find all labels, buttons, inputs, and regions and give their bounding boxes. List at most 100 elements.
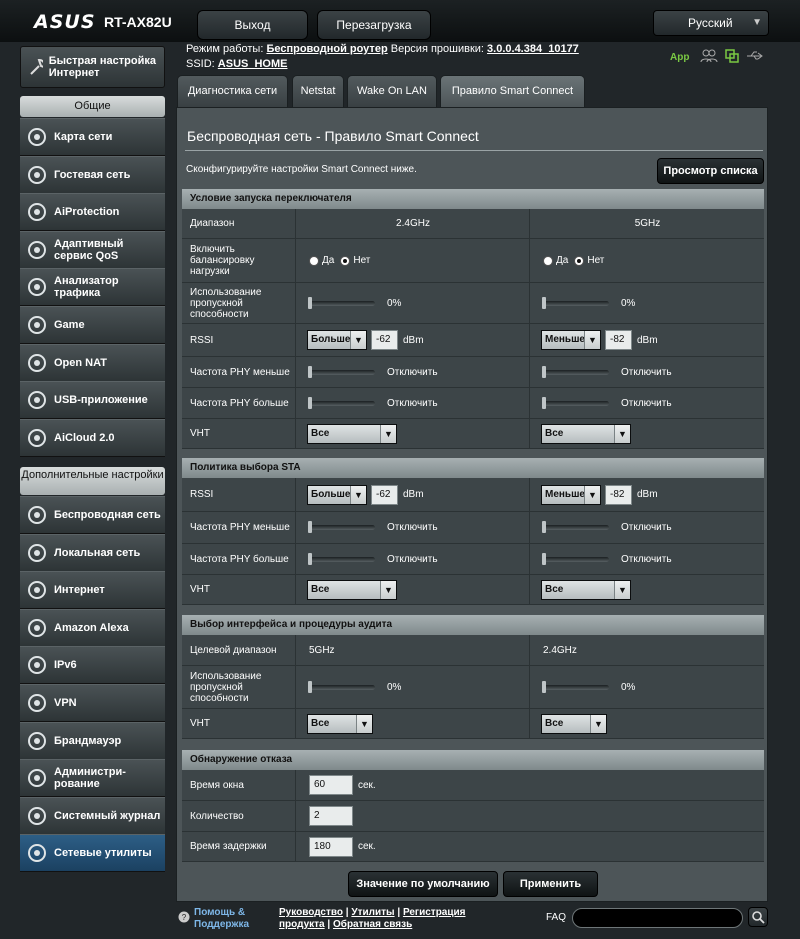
utilities-link[interactable]: Утилиты — [351, 907, 394, 918]
sidebar-item-open-nat[interactable]: Open NAT — [20, 343, 165, 382]
table-row-delay-time: Время задержки 180 сек. — [182, 832, 764, 862]
lb-24-no-radio[interactable] — [340, 255, 351, 266]
app-link[interactable]: App — [670, 52, 689, 63]
sidebar-item-alexa[interactable]: Amazon Alexa — [20, 608, 165, 647]
window-time-label: Время окна — [182, 770, 296, 800]
sidebar-item-network-tools[interactable]: Сетевые утилиты — [20, 834, 165, 873]
apply-button[interactable]: Применить — [503, 871, 598, 897]
phy-less-24-slider[interactable] — [308, 365, 375, 378]
sidebar-item-aiprotection[interactable]: AiProtection — [20, 193, 165, 232]
chevron-down-icon: ▼ — [584, 485, 600, 504]
faq-label: FAQ — [546, 912, 567, 923]
clients-icon[interactable] — [700, 48, 718, 64]
bandwidth-5-slider[interactable] — [542, 296, 609, 309]
language-select[interactable]: Русский ▼ — [653, 10, 769, 36]
sidebar-item-vpn[interactable]: VPN — [20, 684, 165, 722]
network-status-icon[interactable] — [724, 48, 740, 64]
manual-link[interactable]: Руководство — [279, 907, 343, 918]
sta-vht-24-select[interactable]: Все ▼ — [307, 579, 397, 600]
default-button[interactable]: Значение по умолчанию — [348, 871, 498, 897]
audit-bandwidth-5-slider[interactable] — [542, 680, 609, 693]
sta-phy-greater-24-slider[interactable] — [308, 552, 375, 565]
bandwidth-24-value: 0% — [387, 297, 402, 309]
sta-rssi-24-operator-select[interactable]: Больше ▼ — [307, 484, 367, 505]
tab-smart-connect-rule[interactable]: Правило Smart Connect — [440, 75, 585, 107]
sidebar-item-traffic-analyzer[interactable]: Анализатор трафика — [20, 268, 165, 307]
audit-bandwidth-label: Использование пропускной способности — [182, 666, 296, 708]
phy-greater-24-value: Отключить — [387, 397, 438, 409]
vht-24-select[interactable]: Все ▼ — [307, 423, 397, 444]
rssi-5-operator-select[interactable]: Меньше ▼ — [541, 330, 601, 350]
phy-greater-5: Отключить — [531, 388, 764, 418]
firmware-link[interactable]: 3.0.0.4.384_10177 — [487, 43, 579, 55]
sta-rssi-24-input[interactable]: -62 — [371, 484, 398, 505]
sidebar-item-system-log[interactable]: Системный журнал — [20, 796, 165, 835]
sta-rssi-5-input[interactable]: -82 — [605, 484, 632, 505]
sta-phy-greater-5-slider[interactable] — [542, 552, 609, 565]
quick-setup-button[interactable]: Быстрая настройка Интернет — [20, 46, 165, 88]
phy-less-5-slider[interactable] — [542, 365, 609, 378]
rssi-5-input[interactable]: -82 — [605, 330, 632, 350]
lb-24-yes-radio[interactable] — [309, 255, 319, 266]
lb-5-no-radio[interactable] — [574, 255, 585, 266]
product-link[interactable]: продукта — [279, 919, 325, 930]
sta-vht-5-select[interactable]: Все ▼ — [541, 579, 631, 600]
tab-wake-on-lan[interactable]: Wake On LAN — [347, 75, 437, 107]
help-support-link[interactable]: Помощь & Поддержка — [194, 907, 264, 931]
mode-link[interactable]: Беспроводной роутер — [266, 43, 387, 55]
sidebar-item-administration[interactable]: Администри-рование — [20, 759, 165, 798]
sidebar-item-network-map[interactable]: Карта сети — [20, 118, 165, 156]
sidebar-item-game[interactable]: Game — [20, 306, 165, 344]
tab-netstat[interactable]: Netstat — [292, 75, 344, 107]
usb-status-icon[interactable] — [746, 50, 764, 62]
reboot-button[interactable]: Перезагрузка — [317, 10, 431, 40]
sta-phy-less-24-slider[interactable] — [308, 521, 375, 533]
count-input[interactable]: 2 — [309, 806, 353, 826]
chevron-down-icon: ▼ — [356, 714, 372, 733]
sidebar-item-internet[interactable]: Интернет — [20, 571, 165, 610]
sidebar-item-aicloud[interactable]: AiCloud 2.0 — [20, 418, 165, 457]
delay-time-input[interactable]: 180 — [309, 836, 353, 857]
ssid-link[interactable]: ASUS_HOME — [218, 58, 288, 70]
sta-phy-less-5-slider[interactable] — [542, 521, 609, 533]
sta-rssi-5-unit: dBm — [637, 489, 658, 500]
tab-network-diagnostics[interactable]: Диагностика сети — [177, 75, 288, 107]
window-time-input[interactable]: 60 — [309, 775, 353, 795]
audit-vht-5-select[interactable]: Все ▼ — [541, 713, 607, 734]
internet-icon — [28, 581, 46, 600]
sidebar-item-firewall[interactable]: Брандмауэр — [20, 721, 165, 760]
rssi-24-input[interactable]: -62 — [371, 330, 398, 350]
sidebar-item-lan[interactable]: Локальная сеть — [20, 533, 165, 572]
view-list-button[interactable]: Просмотр списка — [657, 158, 764, 184]
sta-rssi-5-operator-select[interactable]: Меньше ▼ — [541, 484, 601, 505]
logout-button[interactable]: Выход — [197, 10, 308, 40]
sidebar-item-guest-network[interactable]: Гостевая сеть — [20, 155, 165, 194]
lb-5-yes-radio[interactable] — [543, 255, 553, 266]
bandwidth-5: 0% — [531, 283, 764, 323]
sidebar-item-usb-app[interactable]: USB-приложение — [20, 381, 165, 420]
rssi-24: Больше ▼ -62 dBm — [297, 324, 530, 356]
sidebar-item-wireless[interactable]: Беспроводная сеть — [20, 496, 165, 534]
search-button[interactable] — [748, 907, 768, 927]
sidebar-item-ipv6[interactable]: IPv6 — [20, 646, 165, 685]
rssi-5-operator: Меньше — [545, 334, 585, 345]
sidebar-item-qos[interactable]: Адаптивный сервис QoS — [20, 230, 165, 269]
chevron-down-icon: ▼ — [752, 17, 762, 28]
section-trigger-condition-header: Условие запуска переключателя — [182, 189, 764, 209]
window-time-cell: 60 сек. — [297, 770, 764, 800]
audit-bandwidth-24-slider[interactable] — [308, 680, 375, 693]
feedback-link[interactable]: Обратная связь — [333, 919, 412, 930]
audit-vht-24-select[interactable]: Все ▼ — [307, 713, 373, 734]
faq-search-input[interactable] — [572, 908, 743, 928]
phy-greater-24-slider[interactable] — [308, 396, 375, 409]
audit-bandwidth-24-value: 0% — [387, 681, 402, 693]
vht-5-select[interactable]: Все ▼ — [541, 423, 631, 444]
sidebar-item-label: Беспроводная сеть — [54, 509, 161, 521]
chevron-down-icon: ▼ — [350, 331, 366, 349]
bandwidth-24-slider[interactable] — [308, 296, 375, 309]
section-sta-policy-header: Политика выбора STA — [182, 458, 764, 478]
phy-greater-5-slider[interactable] — [542, 396, 609, 409]
target-band-5: 2.4GHz — [543, 644, 577, 656]
registration-link[interactable]: Регистрация — [403, 907, 466, 918]
rssi-24-operator-select[interactable]: Больше ▼ — [307, 330, 367, 350]
